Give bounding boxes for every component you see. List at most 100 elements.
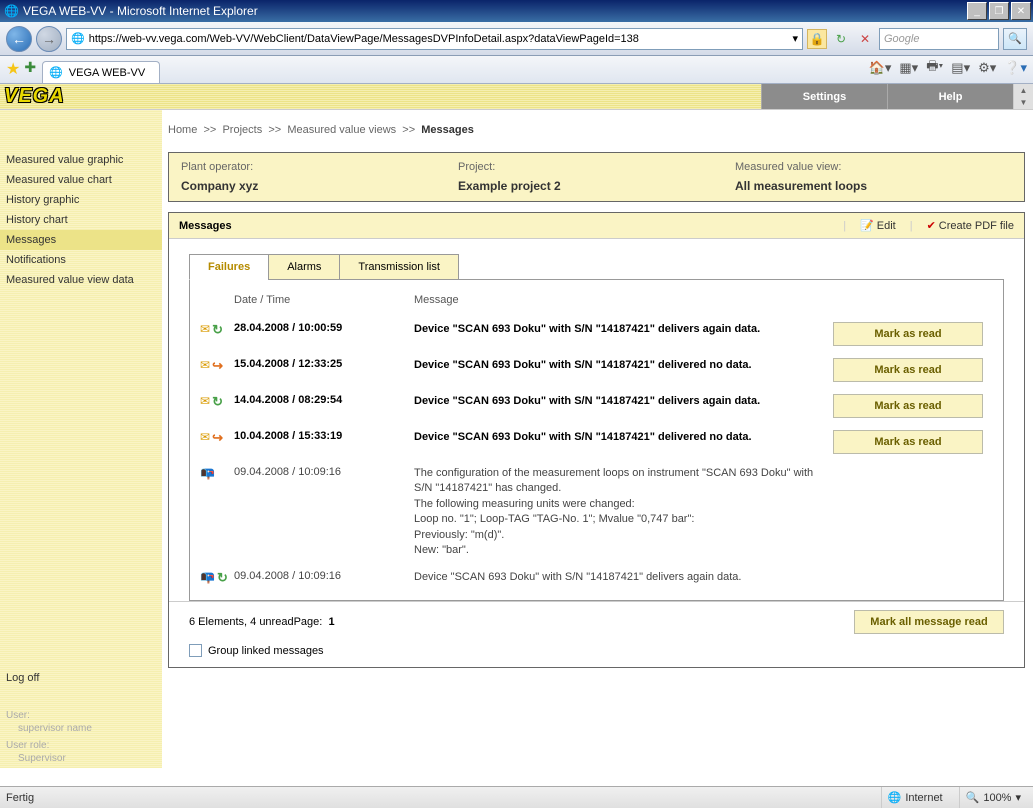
message-datetime: 15.04.2008 / 12:33:25 — [234, 358, 414, 370]
status-bar: Fertig 🌐Internet 🔍100%▾ — [0, 786, 1033, 808]
lock-icon: 🔒 — [807, 29, 827, 49]
user-label: User: — [0, 708, 162, 723]
minimize-button[interactable]: _ — [967, 2, 987, 20]
col-message: Message — [414, 294, 833, 306]
envelope-open-icon: 📭 — [200, 466, 215, 480]
tab-failures[interactable]: Failures — [189, 254, 269, 280]
tools-icon[interactable]: ⚙▾ — [978, 60, 996, 76]
sidebar-item[interactable]: Messages — [0, 230, 162, 250]
forward-button[interactable]: → — [36, 26, 62, 52]
panel-footer: 6 Elements, 4 unread Page: 1 Mark all me… — [169, 601, 1024, 638]
sidebar-item[interactable]: History chart — [0, 210, 162, 230]
tab-title: VEGA WEB-VV — [69, 67, 145, 79]
edit-link[interactable]: 📝Edit — [860, 219, 896, 232]
sidebar-item[interactable]: History graphic — [0, 190, 162, 210]
pdf-icon: ✔ — [927, 219, 936, 232]
page-menu-icon[interactable]: ▤▾ — [951, 60, 970, 76]
app-header: VEGA Settings Help ▲▼ — [0, 84, 1033, 110]
sidebar-item[interactable]: Measured value view data — [0, 270, 162, 290]
ie-icon: 🌐 — [4, 4, 19, 18]
sidebar: Measured value graphicMeasured value cha… — [0, 110, 162, 768]
zoom-control[interactable]: 🔍100%▾ — [959, 787, 1027, 808]
group-checkbox[interactable] — [189, 644, 202, 657]
sidebar-item[interactable]: Measured value chart — [0, 170, 162, 190]
message-datetime: 09.04.2008 / 10:09:16 — [234, 466, 414, 478]
mark-as-read-button[interactable]: Mark as read — [833, 394, 983, 418]
home-icon[interactable]: 🏠▾ — [869, 60, 892, 76]
envelope-closed-icon: ✉ — [200, 358, 210, 374]
message-text: Device "SCAN 693 Doku" with S/N "1418742… — [414, 358, 833, 373]
address-bar[interactable]: 🌐 ▾ — [66, 28, 803, 50]
dropdown-icon[interactable]: ▾ — [792, 32, 798, 45]
operator-label: Plant operator: — [181, 161, 458, 173]
envelope-closed-icon: ✉ — [200, 394, 210, 410]
envelope-open-icon: 📭 — [200, 570, 215, 586]
crumb-projects[interactable]: Projects — [222, 124, 262, 136]
globe-icon: 🌐 — [888, 791, 902, 804]
message-text: Device "SCAN 693 Doku" with S/N "1418742… — [414, 430, 833, 445]
envelope-closed-icon: ✉ — [200, 322, 210, 338]
message-datetime: 28.04.2008 / 10:00:59 — [234, 322, 414, 334]
panel-title: Messages — [179, 220, 232, 232]
tab-body: Date / Time Message ✉↻28.04.2008 / 10:00… — [189, 279, 1004, 601]
project-label: Project: — [458, 161, 735, 173]
tab-transmission[interactable]: Transmission list — [339, 254, 459, 280]
message-row: 📭 09.04.2008 / 10:09:16The configuration … — [190, 460, 1003, 564]
message-datetime: 10.04.2008 / 15:33:19 — [234, 430, 414, 442]
browser-toolbar: ← → 🌐 ▾ 🔒 ↻ ✕ Google 🔍 — [0, 22, 1033, 56]
header-scroll[interactable]: ▲▼ — [1013, 84, 1033, 109]
message-row: 📭↻09.04.2008 / 10:09:16Device "SCAN 693 … — [190, 564, 1003, 592]
print-icon[interactable]: 🖶▾ — [926, 57, 943, 79]
view-label: Measured value view: — [735, 161, 1012, 173]
help-icon[interactable]: ❔▾ — [1004, 60, 1027, 76]
window-title: VEGA WEB-VV - Microsoft Internet Explore… — [23, 4, 258, 18]
favorites-icon[interactable]: ★ — [6, 59, 20, 79]
tab-alarms[interactable]: Alarms — [268, 254, 340, 280]
mark-all-read-button[interactable]: Mark all message read — [854, 610, 1004, 634]
sidebar-item[interactable]: Notifications — [0, 250, 162, 270]
user-value: supervisor name — [0, 723, 162, 738]
settings-button[interactable]: Settings — [761, 84, 887, 109]
element-count: 6 Elements, 4 unread — [189, 616, 294, 628]
logoff-link[interactable]: Log off — [0, 668, 162, 688]
page-number: 1 — [328, 616, 334, 628]
role-value: Supervisor — [0, 753, 162, 768]
crumb-home[interactable]: Home — [168, 124, 197, 136]
tab-favicon: 🌐 — [49, 66, 63, 79]
search-box[interactable]: Google — [879, 28, 999, 50]
back-button[interactable]: ← — [6, 26, 32, 52]
message-datetime: 14.04.2008 / 08:29:54 — [234, 394, 414, 406]
operator-value: Company xyz — [181, 179, 458, 193]
create-pdf-link[interactable]: ✔Create PDF file — [927, 219, 1014, 232]
browser-tab[interactable]: 🌐 VEGA WEB-VV — [42, 61, 160, 83]
role-label: User role: — [0, 738, 162, 753]
envelope-closed-icon: ✉ — [200, 430, 210, 446]
message-text: The configuration of the measurement loo… — [414, 466, 833, 558]
mark-as-read-button[interactable]: Mark as read — [833, 430, 983, 454]
maximize-button[interactable]: ❐ — [989, 2, 1009, 20]
help-button[interactable]: Help — [887, 84, 1013, 109]
page-label: Page: — [294, 616, 323, 628]
url-input[interactable] — [89, 33, 789, 45]
window-titlebar: 🌐 VEGA WEB-VV - Microsoft Internet Explo… — [0, 0, 1033, 22]
add-favorite-icon[interactable]: ✚ — [24, 59, 36, 79]
sidebar-item[interactable]: Measured value graphic — [0, 150, 162, 170]
zoom-icon: 🔍 — [966, 791, 980, 804]
arrow-green-icon: ↻ — [212, 394, 223, 410]
feeds-icon[interactable]: ▦▾ — [899, 60, 918, 76]
crumb-current: Messages — [421, 124, 474, 136]
close-button[interactable]: ✕ — [1011, 2, 1031, 20]
vega-logo: VEGA — [0, 85, 65, 108]
info-box: Plant operator: Company xyz Project: Exa… — [168, 152, 1025, 202]
message-text: Device "SCAN 693 Doku" with S/N "1418742… — [414, 322, 833, 337]
refresh-button[interactable]: ↻ — [831, 29, 851, 49]
stop-button[interactable]: ✕ — [855, 29, 875, 49]
mark-as-read-button[interactable]: Mark as read — [833, 358, 983, 382]
browser-tabs: ★ ✚ 🌐 VEGA WEB-VV 🏠▾ ▦▾ 🖶▾ ▤▾ ⚙▾ ❔▾ — [0, 56, 1033, 84]
search-button[interactable]: 🔍 — [1003, 28, 1027, 50]
arrow-orange-icon: ↪ — [212, 430, 223, 446]
message-row: ✉↪ 10.04.2008 / 15:33:19Device "SCAN 693 … — [190, 424, 1003, 460]
message-row: ✉↻14.04.2008 / 08:29:54Device "SCAN 693 … — [190, 388, 1003, 424]
mark-as-read-button[interactable]: Mark as read — [833, 322, 983, 346]
crumb-views[interactable]: Measured value views — [287, 124, 396, 136]
